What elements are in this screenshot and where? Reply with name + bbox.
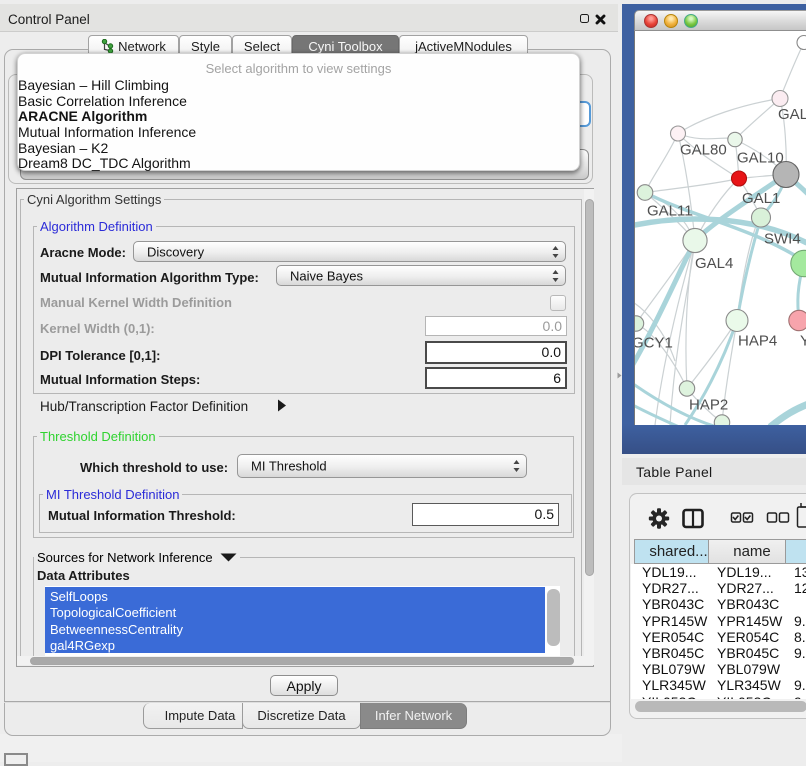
- svg-text:GAL10: GAL10: [737, 150, 784, 167]
- svg-text:SWI4: SWI4: [764, 231, 801, 248]
- svg-text:GAL8: GAL8: [778, 106, 806, 123]
- svg-text:HAP4: HAP4: [738, 333, 777, 350]
- svg-text:HAP2: HAP2: [689, 397, 728, 414]
- svg-text:GCY1: GCY1: [635, 335, 673, 352]
- svg-text:Y: Y: [800, 333, 806, 350]
- svg-text:GAL80: GAL80: [680, 142, 727, 159]
- svg-text:GAL4: GAL4: [695, 255, 733, 272]
- svg-text:GAL11: GAL11: [647, 203, 693, 220]
- svg-text:GAL1: GAL1: [742, 190, 780, 207]
